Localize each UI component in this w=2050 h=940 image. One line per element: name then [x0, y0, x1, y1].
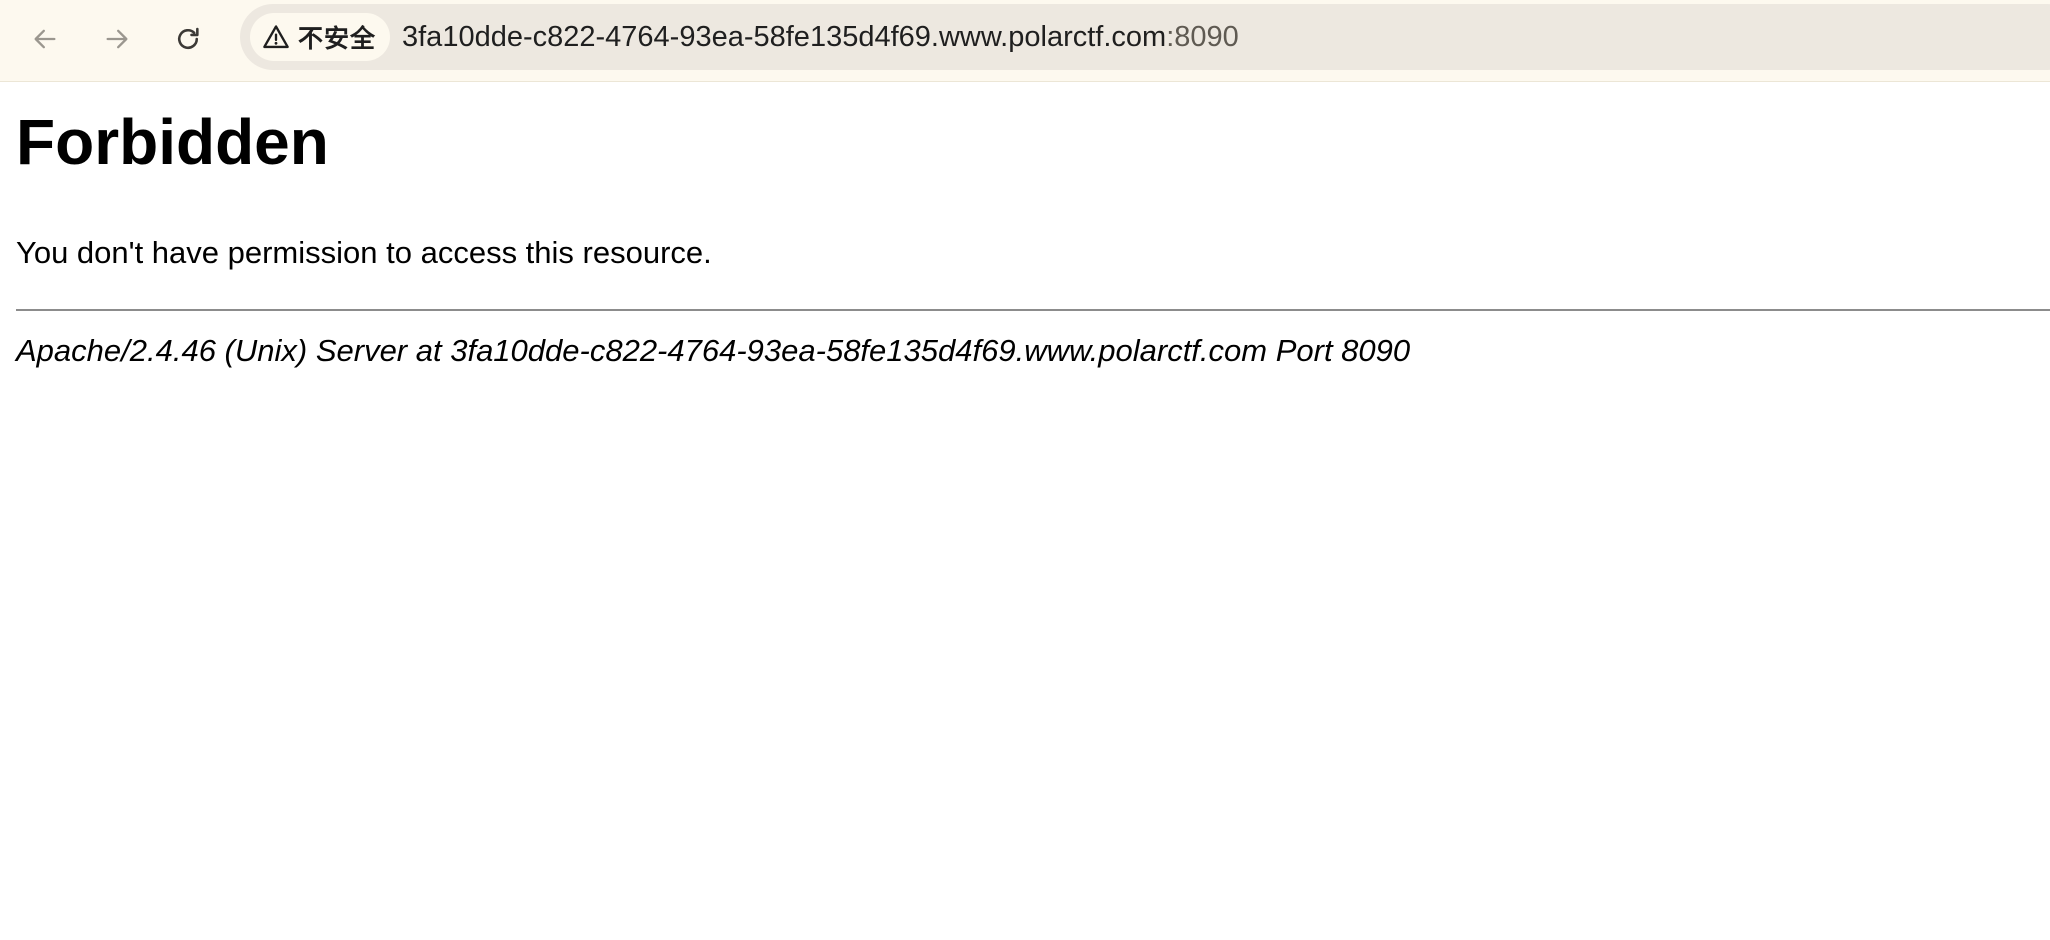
address-bar[interactable]: 不安全 3fa10dde-c822-4764-93ea-58fe135d4f69… — [240, 4, 2050, 70]
warning-triangle-icon — [262, 23, 290, 51]
forward-button[interactable] — [94, 16, 140, 62]
page-title: Forbidden — [16, 106, 329, 178]
divider — [16, 309, 2050, 311]
arrow-left-icon — [34, 29, 56, 49]
back-button[interactable] — [22, 16, 68, 62]
url-text[interactable]: 3fa10dde-c822-4764-93ea-58fe135d4f69.www… — [402, 4, 1239, 70]
arrow-right-icon — [106, 29, 128, 49]
browser-toolbar: 不安全 3fa10dde-c822-4764-93ea-58fe135d4f69… — [0, 0, 2050, 82]
security-indicator-button[interactable]: 不安全 — [250, 13, 391, 61]
server-signature: Apache/2.4.46 (Unix) Server at 3fa10dde-… — [16, 333, 1411, 368]
error-message: You don't have permission to access this… — [16, 235, 712, 270]
security-label: 不安全 — [298, 24, 377, 53]
url-port: :8090 — [1166, 21, 1239, 53]
reload-icon — [178, 27, 199, 50]
reload-button[interactable] — [165, 16, 211, 62]
url-host: 3fa10dde-c822-4764-93ea-58fe135d4f69.www… — [402, 21, 1167, 53]
